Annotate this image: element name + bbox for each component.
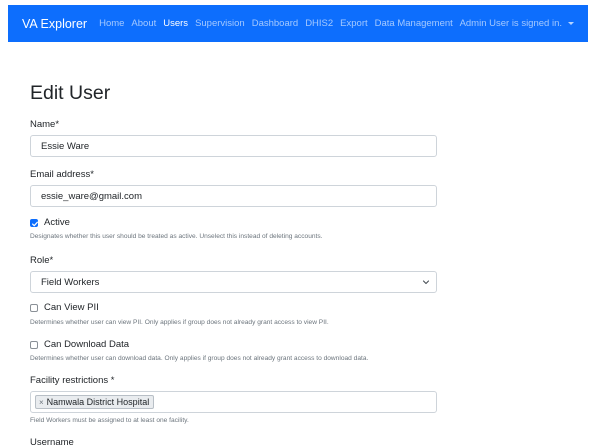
page-title: Edit User <box>30 82 111 104</box>
can-download-data-checkbox[interactable] <box>30 340 38 349</box>
nav-link-supervision[interactable]: Supervision <box>195 18 245 29</box>
facility-restrictions-label: Facility restrictions * <box>30 375 115 386</box>
active-checkbox-row: Active <box>30 217 70 228</box>
user-menu-dropdown[interactable]: Admin User is signed in. <box>460 5 574 42</box>
can-download-data-help-text: Determines whether user can download dat… <box>30 355 369 362</box>
active-label: Active <box>44 217 70 228</box>
brand-link[interactable]: VA Explorer <box>22 17 87 31</box>
can-view-pii-help-text: Determines whether user can view PII. On… <box>30 319 329 326</box>
username-label: Username <box>30 437 74 445</box>
can-download-data-label: Can Download Data <box>44 339 130 350</box>
nav-link-home[interactable]: Home <box>99 18 124 29</box>
checkmark-icon <box>32 221 38 226</box>
nav-link-data-management[interactable]: Data Management <box>375 18 453 29</box>
active-checkbox[interactable] <box>30 218 38 227</box>
active-help-text: Designates whether this user should be t… <box>30 233 323 240</box>
remove-tag-icon[interactable]: × <box>39 398 44 407</box>
name-input[interactable] <box>30 135 437 157</box>
role-select[interactable]: Field Workers <box>30 271 437 293</box>
name-label: Name* <box>30 119 60 130</box>
page: VA Explorer Home About Users Supervision… <box>0 0 596 445</box>
email-input[interactable] <box>30 185 437 207</box>
nav-link-about[interactable]: About <box>131 18 156 29</box>
nav-link-dashboard[interactable]: Dashboard <box>252 18 298 29</box>
nav-link-users[interactable]: Users <box>163 18 188 29</box>
top-navbar: VA Explorer Home About Users Supervision… <box>8 5 588 42</box>
can-view-pii-label: Can View PII <box>44 302 99 313</box>
facility-tag-label: Namwala District Hospital <box>46 397 150 407</box>
can-view-pii-checkbox[interactable] <box>30 303 38 312</box>
facility-restrictions-multiselect[interactable]: × Namwala District Hospital <box>30 391 437 413</box>
nav-link-export[interactable]: Export <box>340 18 367 29</box>
can-view-pii-checkbox-row: Can View PII <box>30 302 99 313</box>
facility-restrictions-help-text: Field Workers must be assigned to at lea… <box>30 417 189 424</box>
role-label: Role* <box>30 255 54 266</box>
facility-tag: × Namwala District Hospital <box>35 395 155 409</box>
can-download-data-checkbox-row: Can Download Data <box>30 339 129 350</box>
role-selected-value: Field Workers <box>41 276 100 288</box>
chevron-down-icon <box>422 280 430 285</box>
caret-down-icon <box>568 22 574 25</box>
email-label: Email address* <box>30 169 94 180</box>
user-menu-label: Admin User is signed in. <box>459 18 562 29</box>
nav-link-dhis2[interactable]: DHIS2 <box>305 18 333 29</box>
